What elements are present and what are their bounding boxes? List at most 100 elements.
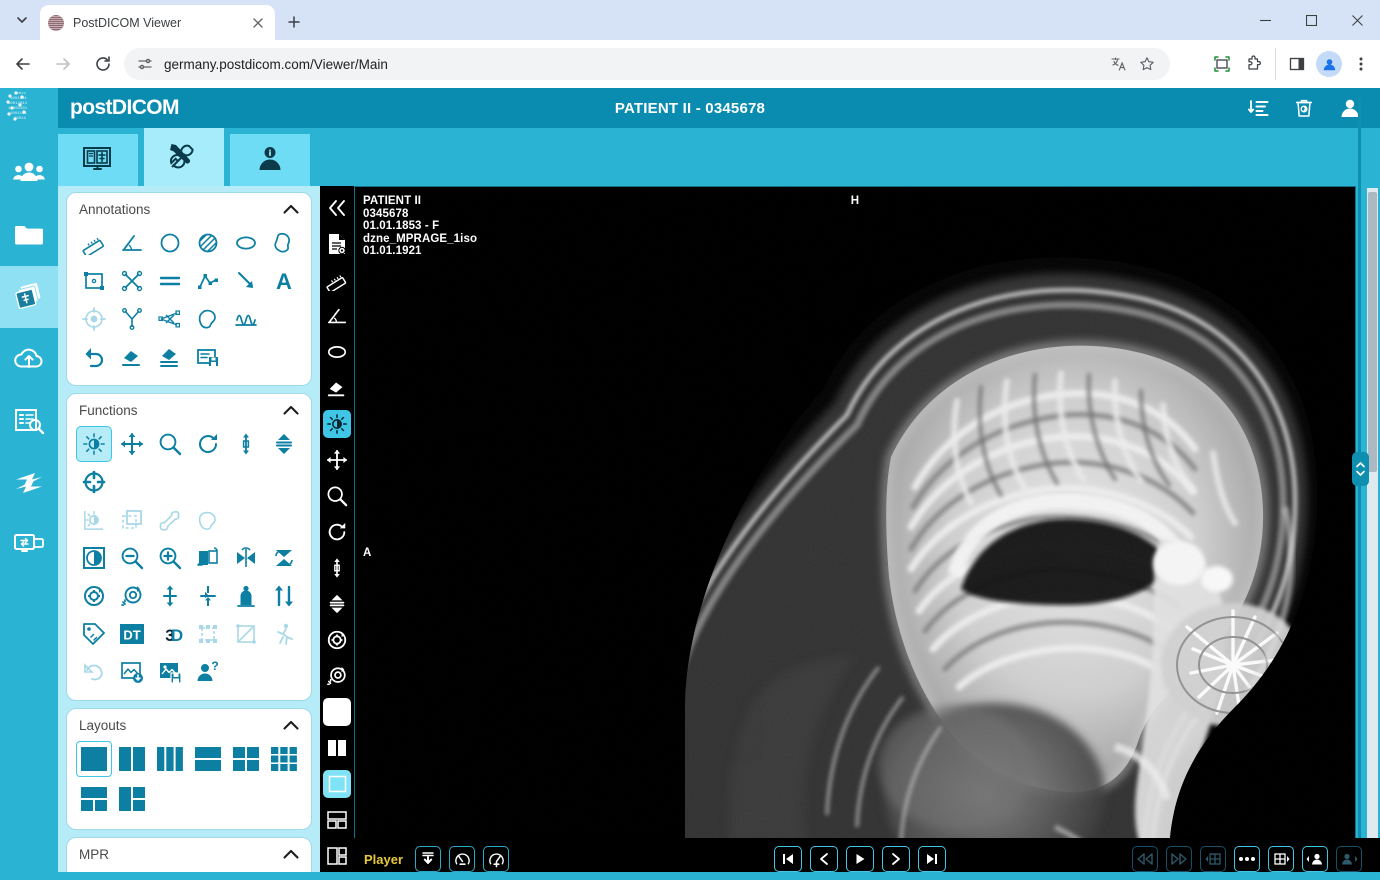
side-panel-icon[interactable]	[1282, 48, 1312, 80]
stack-scroll-tool[interactable]	[266, 426, 302, 462]
previous-patient-button[interactable]	[1302, 846, 1328, 872]
sidebar-item-remote[interactable]	[0, 514, 58, 576]
panel-resize-handle[interactable]	[1352, 452, 1369, 486]
next-patient-button[interactable]	[1336, 846, 1362, 872]
image-viewport[interactable]: PATIENT II 0345678 01.01.1853 - F dzne_M…	[354, 186, 1356, 880]
next-image-button[interactable]	[882, 846, 910, 872]
freehand-roi-tool[interactable]	[266, 225, 302, 261]
next-series-button[interactable]	[1268, 846, 1294, 872]
crop-image[interactable]	[190, 616, 226, 652]
layout-3x3[interactable]	[266, 741, 302, 777]
patient-query[interactable]: ?	[190, 654, 226, 690]
layout-left-plus-two[interactable]	[114, 781, 150, 817]
section-annotations-header[interactable]: Annotations	[67, 193, 311, 225]
rotate-tool[interactable]	[190, 426, 226, 462]
three-d-view[interactable]: 3D	[152, 616, 188, 652]
sort-order[interactable]	[266, 578, 302, 614]
fan-angle-tool[interactable]	[152, 301, 188, 337]
site-settings-icon[interactable]	[134, 53, 156, 75]
pan-tool[interactable]	[320, 442, 354, 478]
sidebar-item-patients[interactable]	[0, 142, 58, 204]
erase-all-annotations[interactable]	[152, 339, 188, 375]
layout-1x1-cyan[interactable]	[323, 770, 351, 798]
ellipse-roi-tool[interactable]	[320, 334, 354, 370]
reload-icon[interactable]	[86, 47, 120, 81]
sidebar-item-studies[interactable]	[0, 266, 58, 328]
window-close-icon[interactable]	[1334, 0, 1380, 40]
reset-rotation[interactable]	[320, 622, 354, 658]
sidebar-item-upload[interactable]	[0, 328, 58, 390]
erase-annotation[interactable]	[114, 339, 150, 375]
undo-action[interactable]	[76, 654, 112, 690]
date-time-overlay[interactable]: DT	[114, 616, 150, 652]
patient-orientation[interactable]	[228, 578, 264, 614]
chevron-up-icon[interactable]	[283, 403, 299, 418]
reset-rotation[interactable]	[76, 578, 112, 614]
speed-up-button[interactable]	[483, 846, 510, 872]
forward-fast-button[interactable]	[1166, 846, 1192, 872]
save-annotations[interactable]	[190, 339, 226, 375]
crosshair-reference-tool[interactable]	[76, 464, 112, 500]
address-bar[interactable]: germany.postdicom.com/Viewer/Main	[124, 48, 1170, 80]
tab-patient-info[interactable]	[230, 134, 310, 186]
parallel-lines-tool[interactable]	[152, 263, 188, 299]
fit-vertical[interactable]	[190, 578, 226, 614]
angle-tool[interactable]	[320, 298, 354, 334]
scroll-images-tool[interactable]	[228, 426, 264, 462]
speed-down-button[interactable]	[449, 846, 476, 872]
layout-1x2[interactable]	[114, 741, 150, 777]
layout-top-plus-two[interactable]	[76, 781, 112, 817]
rotate-flip[interactable]	[266, 540, 302, 576]
save-image[interactable]	[152, 654, 188, 690]
curve-profile-tool[interactable]	[228, 301, 264, 337]
rectangle-roi-tool[interactable]	[76, 263, 112, 299]
closed-freehand-tool[interactable]	[190, 301, 226, 337]
cross-distance-tool[interactable]	[114, 263, 150, 299]
window-level-tool[interactable]	[76, 426, 112, 462]
stretch-vertical[interactable]	[152, 578, 188, 614]
rotate-tool[interactable]	[320, 514, 354, 550]
layout-2x1[interactable]	[190, 741, 226, 777]
collapse-panel-icon[interactable]	[320, 190, 354, 226]
auto-rotate[interactable]	[114, 578, 150, 614]
layout-1x1[interactable]	[76, 741, 112, 777]
tab-tools[interactable]	[144, 128, 224, 186]
layout-2x2[interactable]	[228, 741, 264, 777]
previous-image-button[interactable]	[810, 846, 838, 872]
section-layouts-header[interactable]: Layouts	[67, 709, 311, 741]
target-point-tool[interactable]	[76, 301, 112, 337]
minimize-icon[interactable]	[1242, 0, 1288, 40]
polyline-tool[interactable]	[190, 263, 226, 299]
erase-annotation[interactable]	[320, 370, 354, 406]
arrow-annotation-tool[interactable]	[228, 263, 264, 299]
circle-roi-tool[interactable]	[152, 225, 188, 261]
tab-close-icon[interactable]	[249, 14, 267, 32]
magnify-tool[interactable]	[152, 426, 188, 462]
recycle-bin-icon[interactable]	[1290, 94, 1318, 122]
layout-top-plus-two[interactable]	[320, 802, 354, 838]
section-mpr-header[interactable]: MPR	[67, 838, 311, 870]
freehand-select[interactable]	[190, 502, 226, 538]
sort-list-icon[interactable]	[1244, 94, 1272, 122]
stack-scroll-tool[interactable]	[320, 586, 354, 622]
previous-series-button[interactable]	[1200, 846, 1226, 872]
cobb-angle-tool[interactable]	[114, 301, 150, 337]
download-series-button[interactable]	[415, 846, 442, 872]
sidebar-item-folders[interactable]	[0, 204, 58, 266]
panel-scrollbar[interactable]: ▲ ▼	[1367, 188, 1378, 878]
export-image[interactable]	[114, 654, 150, 690]
translate-icon[interactable]	[1106, 51, 1132, 77]
flip-vertical[interactable]	[228, 540, 264, 576]
layout-1x1-white[interactable]	[323, 698, 351, 726]
pan-tool[interactable]	[114, 426, 150, 462]
chevron-up-icon[interactable]	[283, 718, 299, 733]
sidebar-item-sync[interactable]	[0, 452, 58, 514]
chevron-up-icon[interactable]	[283, 202, 299, 217]
ellipse-roi-tool[interactable]	[228, 225, 264, 261]
back-arrow-icon[interactable]	[6, 47, 40, 81]
bookmark-star-icon[interactable]	[1134, 51, 1160, 77]
layout-left-plus-two[interactable]	[320, 838, 354, 874]
sidebar-item-reports[interactable]	[0, 390, 58, 452]
profile-avatar-icon[interactable]	[1314, 48, 1344, 80]
three-dot-menu-icon[interactable]	[1346, 48, 1376, 80]
